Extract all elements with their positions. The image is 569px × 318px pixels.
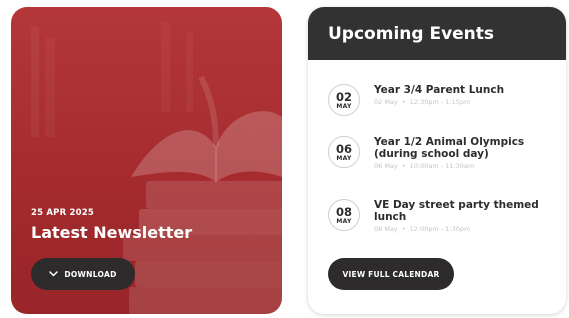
view-full-calendar-button[interactable]: VIEW FULL CALENDAR xyxy=(328,258,454,290)
event-date-badge: 02 MAY xyxy=(328,84,360,116)
event-title[interactable]: Year 3/4 Parent Lunch xyxy=(374,84,554,96)
event-date-badge: 06 MAY xyxy=(328,136,360,168)
newsletter-card[interactable]: 25 APR 2025 Latest Newsletter DOWNLOAD xyxy=(11,7,282,314)
upcoming-events-card: Upcoming Events 02 MAY Year 3/4 Parent L… xyxy=(308,7,566,314)
event-item[interactable]: 06 MAY Year 1/2 Animal Olympics (during … xyxy=(328,136,554,170)
event-date-text: 08 May xyxy=(374,225,398,233)
event-time: 12:30pm - 1:15pm xyxy=(409,98,471,106)
events-heading: Upcoming Events xyxy=(328,23,495,44)
download-button[interactable]: DOWNLOAD xyxy=(31,258,135,290)
event-item[interactable]: 08 MAY VE Day street party themed lunch … xyxy=(328,199,554,233)
download-label: DOWNLOAD xyxy=(64,269,117,279)
event-day: 02 xyxy=(335,89,352,104)
event-day: 06 xyxy=(335,141,352,156)
meta-separator: • xyxy=(401,162,406,170)
event-day: 08 xyxy=(335,204,352,219)
meta-separator: • xyxy=(401,98,406,106)
event-title[interactable]: VE Day street party themed lunch xyxy=(374,199,554,223)
chevron-down-icon xyxy=(49,271,59,277)
event-date-text: 06 May xyxy=(374,162,398,170)
events-header: Upcoming Events xyxy=(308,7,566,60)
event-meta: 06 May • 10:00am - 11:30am xyxy=(374,162,554,170)
event-time: 10:00am - 11:30am xyxy=(409,162,475,170)
newsletter-title[interactable]: Latest Newsletter xyxy=(31,223,192,242)
newsletter-date: 25 APR 2025 xyxy=(31,208,94,218)
event-date-badge: 08 MAY xyxy=(328,199,360,231)
event-month: MAY xyxy=(336,217,352,225)
meta-separator: • xyxy=(401,225,406,233)
event-meta: 02 May • 12:30pm - 1:15pm xyxy=(374,98,554,106)
event-item[interactable]: 02 MAY Year 3/4 Parent Lunch 02 May • 12:3… xyxy=(328,84,554,116)
event-meta: 08 May • 12:00pm - 1:30pm xyxy=(374,225,554,233)
event-date-text: 02 May xyxy=(374,98,398,106)
event-time: 12:00pm - 1:30pm xyxy=(409,225,471,233)
event-month: MAY xyxy=(336,154,352,162)
event-month: MAY xyxy=(336,102,352,110)
event-title[interactable]: Year 1/2 Animal Olympics (during school … xyxy=(374,136,554,160)
